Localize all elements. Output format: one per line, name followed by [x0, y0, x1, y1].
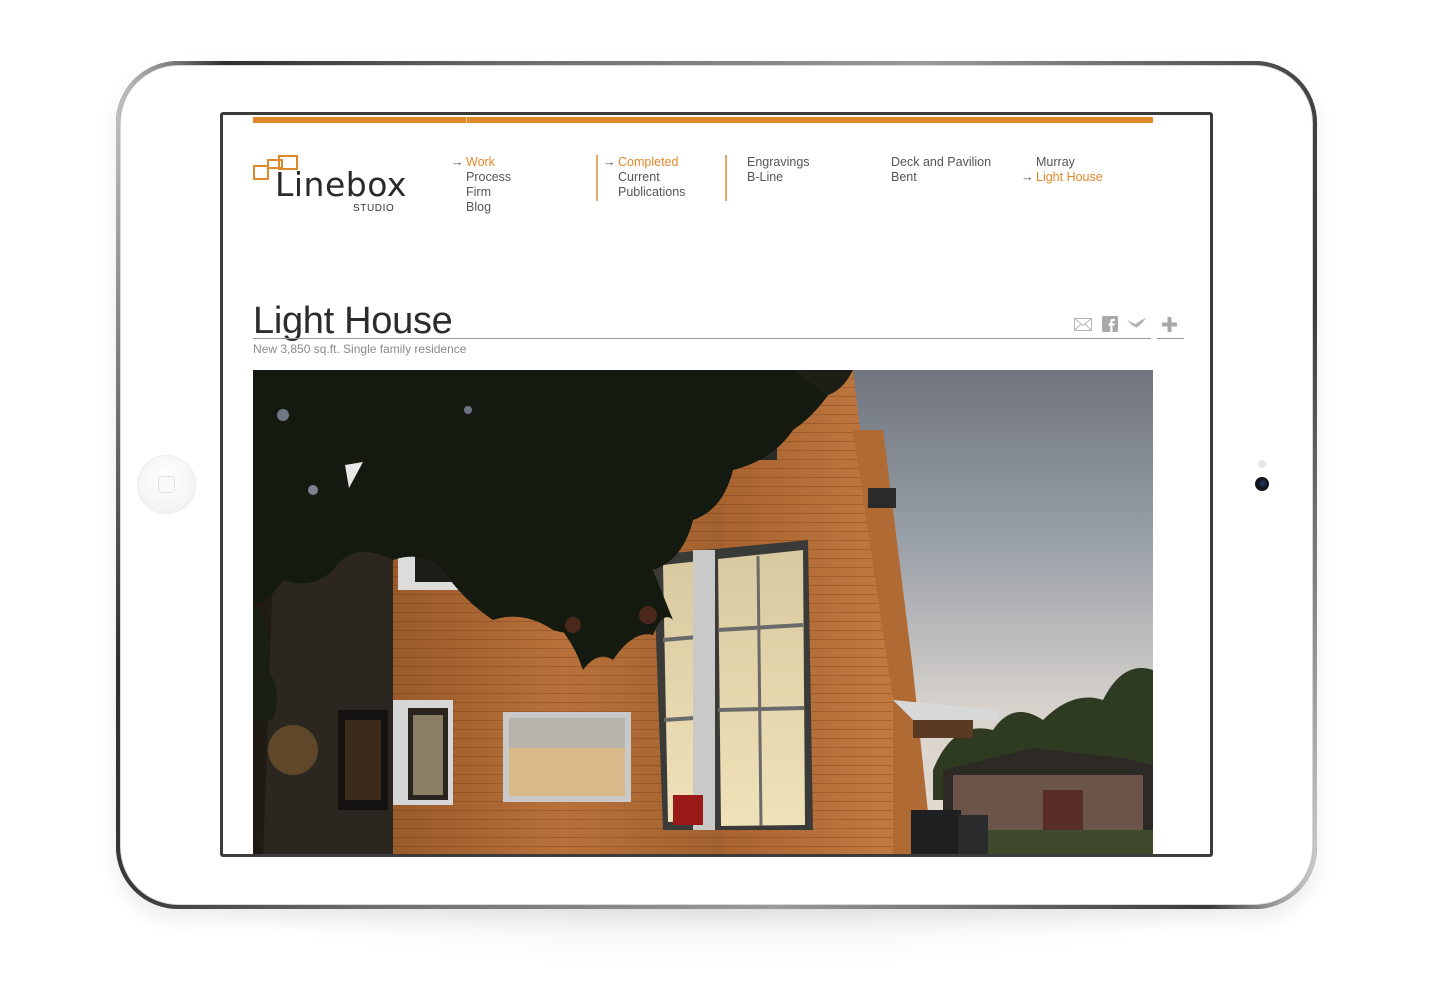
camera-icon [1255, 477, 1269, 491]
nav-item-bent[interactable]: Bent [891, 170, 991, 185]
nav-projects-col3: Murray → Light House [1021, 155, 1103, 185]
nav-item-firm[interactable]: Firm [466, 185, 511, 200]
nav-item-light-house[interactable]: → Light House [1021, 170, 1103, 185]
nav-item-blog[interactable]: Blog [466, 200, 511, 215]
hero-photo[interactable] [253, 370, 1153, 854]
house-photo-illustration [253, 370, 1153, 854]
nav-item-publications[interactable]: Publications [618, 185, 685, 200]
accent-top-bar [253, 117, 1153, 123]
home-button[interactable] [137, 455, 196, 514]
twitter-icon[interactable] [1127, 316, 1146, 332]
arrow-right-icon: → [603, 155, 616, 169]
brand-name: Linebox [275, 165, 407, 204]
nav-item-process[interactable]: Process [466, 170, 511, 185]
email-icon[interactable] [1073, 316, 1092, 332]
facebook-icon[interactable] [1100, 316, 1119, 332]
title-divider [253, 338, 1151, 339]
nav-item-completed[interactable]: → Completed [603, 155, 685, 170]
nav-item-murray[interactable]: Murray [1036, 155, 1103, 170]
light-sensor [1258, 460, 1266, 468]
nav-divider [596, 155, 598, 201]
nav-projects-col1: Engravings B-Line [747, 155, 810, 185]
nav-item-deck-and-pavilion[interactable]: Deck and Pavilion [891, 155, 991, 170]
nav-divider [725, 155, 727, 201]
nav-primary: → Work Process Firm Blog [451, 155, 511, 215]
nav-status: → Completed Current Publications [603, 155, 685, 200]
share-toolbar [1073, 315, 1179, 333]
page-title: Light House [253, 300, 453, 342]
nav-item-work[interactable]: → Work [451, 155, 511, 170]
brand-logo[interactable]: Linebox STUDIO [253, 155, 413, 215]
nav-item-b-line[interactable]: B-Line [747, 170, 810, 185]
plus-icon[interactable] [1160, 316, 1179, 332]
nav-item-current[interactable]: Current [618, 170, 685, 185]
arrow-right-icon: → [451, 155, 464, 169]
arrow-right-icon: → [1021, 170, 1034, 184]
brand-tagline: STUDIO [353, 203, 395, 214]
page-subtitle: New 3,850 sq.ft. Single family residence [253, 342, 467, 356]
share-divider [1157, 338, 1184, 339]
home-square-icon [158, 476, 175, 493]
nav-projects-col2: Deck and Pavilion Bent [891, 155, 991, 185]
nav-item-engravings[interactable]: Engravings [747, 155, 810, 170]
tablet-screen: Linebox STUDIO → Work Process Firm Blog →… [220, 112, 1213, 857]
